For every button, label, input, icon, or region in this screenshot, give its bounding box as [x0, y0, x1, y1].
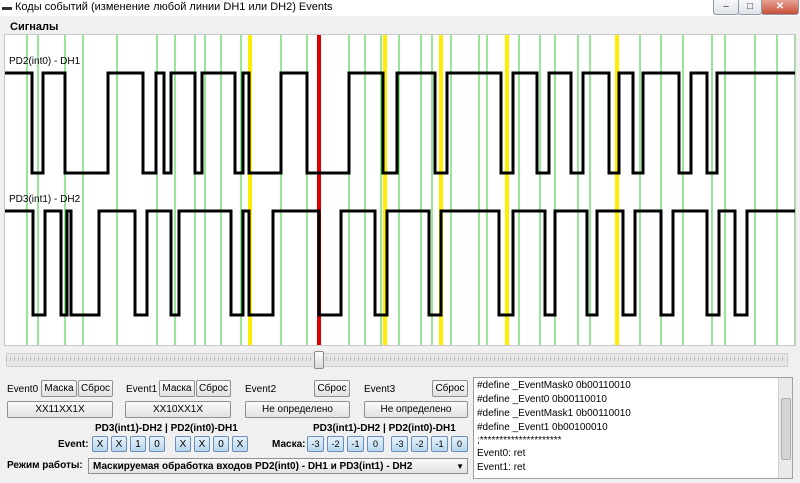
code-output[interactable]: #define _EventMask0 0b00110010 #define _…: [473, 377, 793, 479]
event0-mask-button[interactable]: Маска: [41, 380, 77, 397]
code-scrollbar[interactable]: [778, 378, 792, 478]
event-bits-header: PD3(int1)-DH2 | PD2(int0)-DH1: [95, 423, 238, 434]
event-bit-0[interactable]: X: [232, 436, 248, 452]
mask-bits-label: Маска:: [272, 439, 306, 450]
title-bar: ▬ Коды событий (изменение любой линии DH…: [0, 0, 800, 16]
code-line: Event0: ret: [477, 448, 526, 459]
event-bit-6[interactable]: X: [111, 436, 127, 452]
mask-bit-5[interactable]: -1: [347, 436, 364, 452]
event1-mask-button[interactable]: Маска: [159, 380, 195, 397]
app-icon: ▬: [2, 2, 12, 13]
minimize-button[interactable]: –: [713, 0, 739, 15]
event2-label: Event2: [245, 384, 277, 395]
signal-plot: PD2(int0) - DH1 PD3(int1) - DH2: [4, 34, 796, 346]
mask-bit-4[interactable]: 0: [367, 436, 384, 452]
maximize-button[interactable]: □: [738, 0, 762, 15]
signals-panel-title: Сигналы: [10, 21, 59, 33]
signal-plot-svg: [5, 35, 795, 345]
event0-value-button[interactable]: XX11XX1X: [7, 401, 113, 418]
code-line: #define _Event1 0b00100010: [477, 422, 608, 433]
event2-reset-button[interactable]: Сброс: [314, 380, 350, 397]
event1-reset-button[interactable]: Сброс: [196, 380, 231, 397]
event0-reset-button[interactable]: Сброс: [78, 380, 113, 397]
signal-trace-dh2: [5, 209, 795, 317]
mode-select[interactable]: Маскируемая обработка входов PD2(int0) -…: [88, 458, 468, 474]
time-slider-ticks: [6, 357, 786, 361]
event-bits-label: Event:: [58, 439, 89, 450]
event-bit-3[interactable]: X: [175, 436, 191, 452]
mask-bit-1[interactable]: -1: [431, 436, 448, 452]
code-line: Event1: ret: [477, 462, 526, 473]
signal-label-dh2: PD3(int1) - DH2: [9, 194, 81, 205]
code-line: #define _Event0 0b00110010: [477, 394, 607, 405]
mask-bit-3[interactable]: -3: [391, 436, 408, 452]
mode-label: Режим работы:: [7, 460, 83, 471]
event2-value-button[interactable]: Не определено: [245, 401, 350, 418]
signal-trace-dh1: [5, 71, 795, 175]
event0-label: Event0: [7, 384, 39, 395]
mask-bit-0[interactable]: 0: [451, 436, 468, 452]
event-bit-2[interactable]: X: [194, 436, 210, 452]
code-scrollbar-thumb[interactable]: [781, 398, 791, 460]
chevron-down-icon[interactable]: ▼: [456, 459, 464, 474]
mask-bit-6[interactable]: -2: [327, 436, 344, 452]
event-bit-4[interactable]: 0: [149, 436, 165, 452]
event-bit-1[interactable]: 0: [213, 436, 229, 452]
code-line: #define _EventMask0 0b00110010: [477, 380, 631, 391]
close-button[interactable]: ✕: [761, 0, 799, 15]
mask-bit-2[interactable]: -2: [411, 436, 428, 452]
event1-label: Event1: [126, 384, 158, 395]
event1-value-button[interactable]: XX10XX1X: [125, 401, 231, 418]
mode-select-value: Маскируемая обработка входов PD2(int0) -…: [93, 461, 413, 472]
event3-reset-button[interactable]: Сброс: [432, 380, 468, 397]
event-bit-5[interactable]: 1: [130, 436, 146, 452]
time-slider-thumb[interactable]: [314, 351, 324, 369]
mask-bit-7[interactable]: -3: [307, 436, 324, 452]
code-line: #define _EventMask1 0b00110010: [477, 408, 631, 419]
window-title: Коды событий (изменение любой линии DH1 …: [15, 1, 333, 13]
signal-label-dh1: PD2(int0) - DH1: [9, 56, 81, 67]
event-bit-7[interactable]: X: [92, 436, 108, 452]
event3-label: Event3: [364, 384, 396, 395]
code-line: ;*********************: [477, 435, 562, 446]
mask-bits-header: PD3(int1)-DH2 | PD2(int0)-DH1: [313, 423, 456, 434]
event3-value-button[interactable]: Не определено: [364, 401, 468, 418]
